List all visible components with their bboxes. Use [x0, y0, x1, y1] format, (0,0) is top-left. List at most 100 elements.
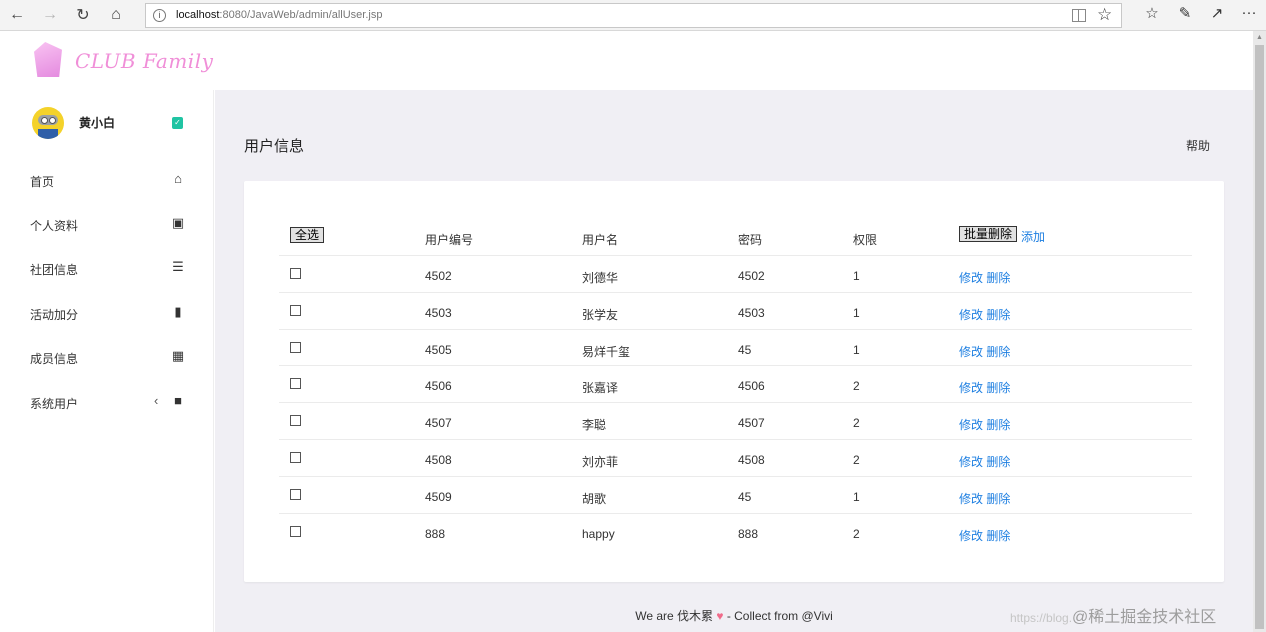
favorites-list-icon[interactable]: ☆ [1141, 4, 1163, 22]
page-scrollbar[interactable]: ▲ [1253, 31, 1266, 632]
address-bar[interactable]: i localhost:8080/JavaWeb/admin/allUser.j… [145, 3, 1122, 28]
sidebar-item-members[interactable]: 成员信息 ▦ [0, 335, 214, 379]
row-checkbox[interactable] [290, 525, 301, 537]
sidebar-item-activity-points[interactable]: 活动加分 ▮ [0, 291, 214, 335]
cell-user-id: 4507 [425, 416, 452, 431]
batch-delete-button[interactable]: 批量删除 [959, 226, 1018, 242]
address-url[interactable]: localhost:8080/JavaWeb/admin/allUser.jsp [176, 9, 382, 21]
cell-role: 2 [853, 453, 860, 467]
info-icon[interactable]: i [153, 9, 166, 22]
delete-link[interactable]: 删除 [986, 492, 1010, 506]
cell-user-id: 4509 [425, 489, 452, 504]
page-title: 用户信息 [244, 138, 305, 155]
row-checkbox[interactable] [290, 341, 301, 353]
row-actions: 修改 删除 [959, 379, 1010, 396]
add-user-link[interactable]: 添加 [1021, 228, 1045, 245]
cell-password: 45 [738, 342, 752, 357]
heart-icon: ♥ [716, 609, 724, 623]
select-all-button[interactable]: 全选 [290, 227, 325, 243]
page: CLUB Family 黄小白 ✓ 首页 ⌂ 个人资料 ▣ 社团信息 ☰ 活动加… [0, 32, 1253, 632]
sidebar-item-profile[interactable]: 个人资料 ▣ [0, 202, 214, 246]
edit-link[interactable]: 修改 [959, 381, 983, 395]
table-icon: ▦ [171, 348, 185, 363]
sidebar-item-label: 系统用户 [30, 397, 79, 411]
logo-text[interactable]: CLUB Family [75, 49, 213, 73]
watermark-url: https://blog. [1010, 611, 1073, 625]
scroll-up-icon[interactable]: ▲ [1256, 34, 1263, 41]
watermark-text: @稀土掘金技术社区 [1072, 609, 1217, 626]
delete-link[interactable]: 删除 [986, 308, 1010, 322]
user-lock-icon: ■ [174, 393, 182, 408]
edit-link[interactable]: 修改 [959, 418, 983, 432]
delete-link[interactable]: 删除 [986, 381, 1010, 395]
cell-username: 刘德华 [582, 271, 619, 285]
sidebar-item-system-users[interactable]: 系统用户 ‹ ■ [0, 380, 214, 424]
row-actions: 修改 删除 [959, 343, 1010, 360]
row-checkbox[interactable] [290, 415, 301, 427]
main-content: 用户信息 帮助 全选 用户编号 用户名 密码 权限 批量删除 添加 4502 刘德… [215, 90, 1253, 632]
row-checkbox[interactable] [290, 378, 301, 390]
cell-username: 李聪 [582, 418, 607, 433]
delete-link[interactable]: 删除 [986, 529, 1010, 543]
row-actions: 修改 删除 [959, 527, 1010, 544]
edit-link[interactable]: 修改 [959, 271, 983, 285]
cell-role: 1 [853, 489, 860, 504]
reading-view-icon[interactable] [1072, 9, 1086, 22]
cell-username: 张学友 [582, 307, 619, 322]
watermark: https://blog.@稀土掘金技术社区 [1010, 603, 1216, 627]
sidebar-item-club-info[interactable]: 社团信息 ☰ [0, 246, 214, 290]
delete-link[interactable]: 删除 [986, 345, 1010, 359]
table-row: 4508 刘亦菲 4508 2 修改 删除 [279, 439, 1192, 476]
avatar[interactable] [32, 107, 64, 139]
help-link[interactable]: 帮助 [1186, 137, 1210, 154]
edit-link[interactable]: 修改 [959, 308, 983, 322]
user-table-card: 全选 用户编号 用户名 密码 权限 批量删除 添加 4502 刘德华 4502 1 修改… [244, 181, 1224, 582]
table-row: 888 happy 888 2 修改 删除 [279, 512, 1192, 550]
cell-password: 4506 [738, 379, 765, 394]
share-icon[interactable]: ↗ [1206, 4, 1228, 22]
scroll-thumb[interactable] [1255, 45, 1264, 629]
forward-arrow-icon[interactable]: → [38, 4, 62, 26]
delete-link[interactable]: 删除 [986, 418, 1010, 432]
home-browser-icon[interactable]: ⌂ [104, 4, 128, 26]
sidebar-item-label: 活动加分 [30, 308, 79, 322]
favorite-star-icon[interactable]: ☆ [1097, 5, 1112, 25]
sidebar: 黄小白 ✓ 首页 ⌂ 个人资料 ▣ 社团信息 ☰ 活动加分 ▮ 成员信息 ▦ 系… [0, 90, 214, 632]
table-row: 4509 胡歌 45 1 修改 删除 [279, 475, 1192, 513]
refresh-icon[interactable]: ↻ [71, 4, 95, 26]
user-block: 黄小白 ✓ [0, 90, 214, 160]
cell-role: 1 [853, 305, 860, 320]
more-dots-icon[interactable]: ··· [1238, 4, 1260, 21]
edit-link[interactable]: 修改 [959, 455, 983, 469]
pen-icon[interactable]: ✎ [1174, 4, 1196, 22]
profile-card-icon: ▣ [171, 215, 185, 230]
table-row: 4506 张嘉译 4506 2 修改 删除 [279, 365, 1192, 402]
verified-badge-icon: ✓ [172, 117, 183, 129]
cell-password: 4508 [738, 453, 765, 467]
delete-link[interactable]: 删除 [986, 455, 1010, 469]
edit-link[interactable]: 修改 [959, 492, 983, 506]
logo-gem-icon [34, 42, 62, 77]
row-checkbox[interactable] [290, 304, 301, 316]
cell-username: 张嘉译 [582, 381, 619, 396]
row-checkbox[interactable] [290, 268, 301, 279]
back-arrow-icon[interactable]: ← [5, 4, 29, 26]
cell-user-id: 4508 [425, 453, 452, 467]
row-actions: 修改 删除 [959, 306, 1010, 323]
cell-role: 1 [853, 269, 860, 283]
sidebar-item-label: 首页 [30, 175, 55, 189]
sidebar-item-home[interactable]: 首页 ⌂ [0, 158, 214, 202]
column-header-password: 密码 [738, 233, 763, 247]
cell-username: 胡歌 [582, 491, 607, 506]
delete-link[interactable]: 删除 [986, 271, 1010, 285]
edit-link[interactable]: 修改 [959, 345, 983, 359]
top-header: CLUB Family [0, 32, 1253, 90]
row-checkbox[interactable] [290, 452, 301, 463]
home-icon: ⌂ [174, 171, 182, 186]
edit-link[interactable]: 修改 [959, 529, 983, 543]
browser-toolbar: ← → ↻ ⌂ i localhost:8080/JavaWeb/admin/a… [0, 0, 1266, 31]
row-checkbox[interactable] [290, 488, 301, 500]
sidebar-item-label: 社团信息 [30, 263, 79, 277]
cell-role: 2 [853, 379, 860, 394]
list-icon: ☰ [172, 259, 184, 274]
